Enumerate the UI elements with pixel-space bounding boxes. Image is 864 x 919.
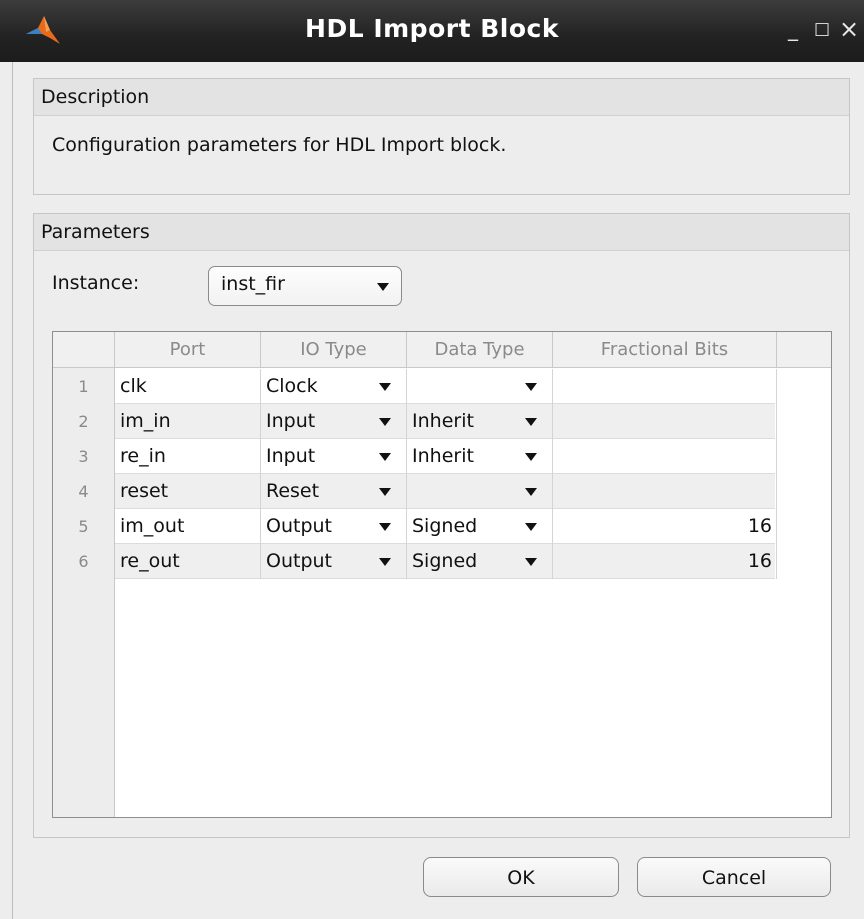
chevron-down-icon (379, 453, 391, 461)
row-number: 3 (78, 447, 89, 466)
io-type-dropdown-value: Clock (266, 375, 318, 397)
chevron-down-icon (525, 453, 537, 461)
fractional-bits-cell[interactable]: 16 (553, 509, 777, 544)
instance-value: inst_fir (221, 273, 285, 295)
close-icon[interactable]: × (838, 17, 860, 41)
row-number: 6 (78, 552, 89, 571)
chevron-down-icon (525, 383, 537, 391)
parameters-header: Parameters (34, 214, 849, 251)
port-cell[interactable]: clk (115, 369, 261, 404)
table-row[interactable]: reset Reset (115, 474, 777, 509)
io-type-dropdown-value: Input (266, 410, 316, 432)
description-header: Description (34, 79, 849, 116)
ok-button[interactable]: OK (423, 857, 619, 897)
maximize-icon[interactable]: □ (811, 18, 833, 40)
data-type-dropdown[interactable]: Inherit (407, 439, 553, 474)
table-row[interactable]: re_out Output Signed 16 (115, 544, 777, 579)
data-type-dropdown-value: Inherit (412, 410, 474, 432)
io-type-dropdown[interactable]: Output (261, 509, 407, 544)
chevron-down-icon (379, 558, 391, 566)
table-row[interactable]: im_in Input Inherit (115, 404, 777, 439)
io-type-dropdown[interactable]: Clock (261, 369, 407, 404)
hdl-import-dialog: HDL Import Block _ □ × Description Confi… (0, 0, 864, 919)
port-cell[interactable]: im_out (115, 509, 261, 544)
data-type-dropdown[interactable]: Signed (407, 509, 553, 544)
fractional-bits-cell[interactable] (553, 404, 777, 439)
description-text: Configuration parameters for HDL Import … (52, 134, 507, 156)
io-type-dropdown[interactable]: Input (261, 439, 407, 474)
data-type-dropdown[interactable] (407, 474, 553, 509)
port-cell[interactable]: re_out (115, 544, 261, 579)
chevron-down-icon (525, 523, 537, 531)
io-type-dropdown[interactable]: Reset (261, 474, 407, 509)
minimize-icon[interactable]: _ (782, 18, 804, 40)
row-number: 4 (78, 482, 89, 501)
table-row[interactable]: clk Clock (115, 369, 777, 404)
fractional-bits-cell[interactable] (553, 439, 777, 474)
table-row[interactable]: re_in Input Inherit (115, 439, 777, 474)
io-type-dropdown[interactable]: Input (261, 404, 407, 439)
fractional-bits-cell[interactable]: 16 (553, 544, 777, 579)
chevron-down-icon (379, 523, 391, 531)
io-type-dropdown-value: Reset (266, 480, 320, 502)
data-type-dropdown-value: Inherit (412, 445, 474, 467)
chevron-down-icon (379, 488, 391, 496)
port-cell[interactable]: im_in (115, 404, 261, 439)
column-header-fractional-bits[interactable]: Fractional Bits (553, 332, 777, 368)
port-cell[interactable]: reset (115, 474, 261, 509)
chevron-down-icon (379, 383, 391, 391)
column-header-data-type[interactable]: Data Type (407, 332, 553, 368)
fractional-bits-cell-value: 16 (747, 550, 772, 572)
instance-label: Instance: (52, 272, 140, 294)
io-type-dropdown-value: Output (266, 515, 332, 537)
chevron-down-icon (379, 418, 391, 426)
port-cell-value: im_out (120, 515, 185, 537)
io-type-dropdown[interactable]: Output (261, 544, 407, 579)
data-type-dropdown[interactable]: Signed (407, 544, 553, 579)
chevron-down-icon (525, 558, 537, 566)
port-cell-value: re_out (120, 550, 180, 572)
table-row[interactable]: im_out Output Signed 16 (115, 509, 777, 544)
port-cell-value: im_in (120, 410, 171, 432)
io-type-dropdown-value: Input (266, 445, 316, 467)
port-cell[interactable]: re_in (115, 439, 261, 474)
port-cell-value: re_in (120, 445, 166, 467)
chevron-down-icon (525, 488, 537, 496)
row-number: 5 (78, 517, 89, 536)
corner-header (53, 332, 115, 368)
instance-dropdown[interactable]: inst_fir (208, 266, 402, 306)
port-cell-value: reset (120, 480, 169, 502)
data-type-dropdown-value: Signed (412, 550, 478, 572)
port-cell-value: clk (120, 375, 147, 397)
fractional-bits-cell[interactable] (553, 474, 777, 509)
data-type-dropdown[interactable]: Inherit (407, 404, 553, 439)
filler-header (777, 332, 831, 368)
column-header-io-type[interactable]: IO Type (261, 332, 407, 368)
io-type-dropdown-value: Output (266, 550, 332, 572)
data-type-dropdown-value: Signed (412, 515, 478, 537)
chevron-down-icon (377, 283, 389, 291)
data-type-dropdown[interactable] (407, 369, 553, 404)
ports-table: Port IO Type Data Type Fractional Bits 1… (52, 331, 832, 818)
row-number: 2 (78, 412, 89, 431)
fractional-bits-cell[interactable] (553, 369, 777, 404)
title-bar[interactable]: HDL Import Block _ □ × (0, 0, 864, 62)
row-number: 1 (78, 377, 89, 396)
cancel-button[interactable]: Cancel (637, 857, 831, 897)
fractional-bits-cell-value: 16 (747, 515, 772, 537)
window-title: HDL Import Block (305, 14, 559, 43)
chevron-down-icon (525, 418, 537, 426)
column-header-port[interactable]: Port (115, 332, 261, 368)
